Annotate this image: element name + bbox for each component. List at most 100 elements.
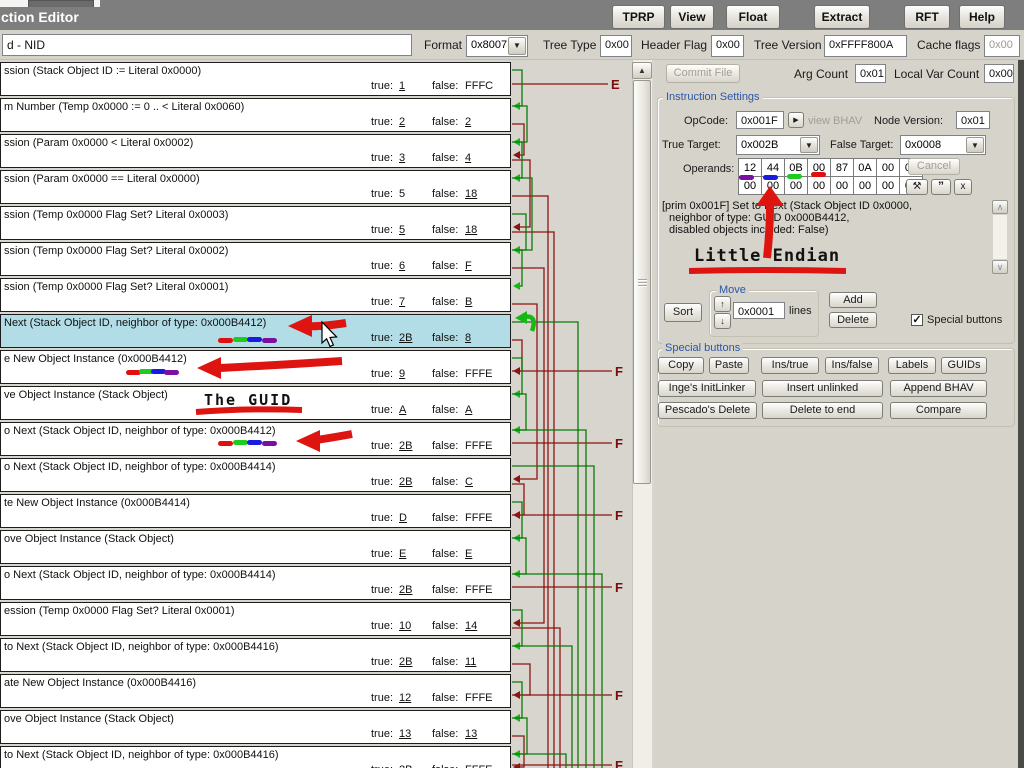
cancel-button[interactable]: Cancel (908, 158, 960, 175)
add-button[interactable]: Add (829, 292, 877, 308)
operand-byte-cell[interactable]: 00 (876, 176, 900, 195)
operand-byte-cell[interactable]: 00 (807, 176, 831, 195)
operand-byte-cell[interactable]: 12 (738, 158, 762, 177)
instruction-row[interactable]: to Next (Stack Object ID, neighbor of ty… (0, 638, 511, 672)
help-button[interactable]: Help (959, 5, 1005, 29)
instruction-row[interactable]: o Next (Stack Object ID, neighbor of typ… (0, 566, 511, 600)
paste-button[interactable]: Paste (709, 357, 749, 374)
instruction-row[interactable]: ove Object Instance (Stack Object)true: … (0, 710, 511, 744)
insert-unlinked-button[interactable]: Insert unlinked (762, 380, 883, 397)
copy-button[interactable]: Copy (658, 357, 704, 374)
true-target-link[interactable]: 12 (399, 692, 411, 704)
filename-input[interactable]: d - NID (2, 34, 412, 56)
format-select[interactable]: 0x8007 ▼ (466, 35, 528, 57)
instruction-row[interactable]: ssion (Param 0x0000 < Literal 0x0002)tru… (0, 134, 511, 168)
false-target-link[interactable]: C (465, 476, 473, 488)
false-target-link[interactable]: E (465, 548, 472, 560)
operand-byte-cell[interactable]: 00 (853, 176, 877, 195)
float-button[interactable]: Float (726, 5, 780, 29)
instruction-row[interactable]: ssion (Temp 0x0000 Flag Set? Literal 0x0… (0, 278, 511, 312)
instruction-row[interactable]: ssion (Temp 0x0000 Flag Set? Literal 0x0… (0, 242, 511, 276)
view-button[interactable]: View (670, 5, 714, 29)
operand-byte-cell[interactable]: 00 (784, 176, 808, 195)
desc-scroll-down-icon[interactable]: ∨ (992, 260, 1008, 274)
true-target-select[interactable]: 0x002B ▼ (736, 135, 820, 155)
move-lines-input[interactable]: 0x0001 (733, 302, 785, 319)
true-target-link[interactable]: 7 (399, 296, 405, 308)
clear-operands-button[interactable]: x (954, 179, 972, 195)
true-target-link[interactable]: 2B (399, 584, 412, 596)
true-target-link[interactable]: E (399, 548, 406, 560)
special-buttons-checkbox[interactable]: ✓ (911, 314, 923, 326)
extract-button[interactable]: Extract (814, 5, 870, 29)
opcode-go-icon[interactable]: ▶ (788, 112, 804, 128)
operand-wizard-icon[interactable]: ⚒ (906, 179, 928, 195)
instruction-row[interactable]: ove Object Instance (Stack Object)true: … (0, 530, 511, 564)
operand-byte-cell[interactable]: 0B (784, 158, 808, 177)
scrollbar-thumb[interactable] (633, 80, 651, 484)
inge-s-initlinker-button[interactable]: Inge's InitLinker (658, 380, 756, 397)
scroll-up-icon[interactable]: ▲ (632, 62, 652, 79)
instruction-row[interactable]: e New Object Instance (0x000B4412)true: … (0, 350, 511, 384)
true-target-link[interactable]: 2B (399, 476, 412, 488)
tree-type-input[interactable]: 0x00 (600, 35, 632, 57)
false-target-select[interactable]: 0x0008 ▼ (900, 135, 986, 155)
true-target-link[interactable]: 3 (399, 152, 405, 164)
local-var-count-input[interactable]: 0x00 (984, 64, 1014, 83)
false-target-link[interactable]: 13 (465, 728, 477, 740)
instruction-row[interactable]: o Next (Stack Object ID, neighbor of typ… (0, 458, 511, 492)
true-target-link[interactable]: 2 (399, 116, 405, 128)
operand-byte-cell[interactable]: 0A (853, 158, 877, 177)
append-bhav-button[interactable]: Append BHAV (890, 380, 987, 397)
delete-to-end-button[interactable]: Delete to end (762, 402, 883, 419)
instruction-row[interactable]: m Number (Temp 0x0000 := 0 .. < Literal … (0, 98, 511, 132)
instruction-row[interactable]: o Next (Stack Object ID, neighbor of typ… (0, 422, 511, 456)
ins-false-button[interactable]: Ins/false (825, 357, 879, 374)
opcode-input[interactable]: 0x001F (736, 111, 784, 129)
true-target-link[interactable]: 5 (399, 224, 405, 236)
true-target-link[interactable]: 9 (399, 368, 405, 380)
false-target-link[interactable]: 18 (465, 188, 477, 200)
labels-button[interactable]: Labels (888, 357, 936, 374)
chevron-down-icon[interactable]: ▼ (966, 137, 984, 153)
true-target-link[interactable]: 2B (399, 440, 412, 452)
false-target-link[interactable]: F (465, 260, 472, 272)
operand-byte-cell[interactable]: 00 (761, 176, 785, 195)
rft-button[interactable]: RFT (904, 5, 950, 29)
operand-byte-cell[interactable]: 44 (761, 158, 785, 177)
operand-byte-cell[interactable]: 00 (807, 158, 831, 177)
false-target-link[interactable]: 11 (465, 656, 476, 668)
quote-icon[interactable]: ” (931, 179, 951, 195)
true-target-link[interactable]: 1 (399, 80, 405, 92)
delete-button[interactable]: Delete (829, 312, 877, 328)
true-target-link[interactable]: 10 (399, 620, 411, 632)
false-target-link[interactable]: 8 (465, 332, 471, 344)
desc-scroll-up-icon[interactable]: ∧ (992, 200, 1008, 214)
instruction-row[interactable]: ession (Temp 0x0000 Flag Set? Literal 0x… (0, 602, 511, 636)
node-version-input[interactable]: 0x01 (956, 111, 990, 129)
header-flag-input[interactable]: 0x00 (711, 35, 744, 57)
false-target-link[interactable]: 2 (465, 116, 471, 128)
true-target-link[interactable]: 13 (399, 728, 411, 740)
true-target-link[interactable]: 2B (399, 656, 412, 668)
pescado-s-delete-button[interactable]: Pescado's Delete (658, 402, 757, 419)
sort-button[interactable]: Sort (664, 303, 702, 322)
chevron-down-icon[interactable]: ▼ (800, 137, 818, 153)
tprp-button[interactable]: TPRP (612, 5, 665, 29)
guids-button[interactable]: GUIDs (941, 357, 987, 374)
tree-version-input[interactable]: 0xFFFF800A (824, 35, 907, 57)
move-up-icon[interactable]: ↑ (714, 296, 731, 312)
desc-scrollbar-track[interactable] (992, 214, 1008, 260)
instruction-row[interactable]: ssion (Param 0x0000 == Literal 0x0000)tr… (0, 170, 511, 204)
true-target-link[interactable]: D (399, 512, 407, 524)
false-target-link[interactable]: A (465, 404, 472, 416)
instruction-row[interactable]: ssion (Stack Object ID := Literal 0x0000… (0, 62, 511, 96)
instruction-row[interactable]: ate New Object Instance (0x000B4416)true… (0, 674, 511, 708)
true-target-link[interactable]: 6 (399, 260, 405, 272)
true-target-link[interactable]: A (399, 404, 406, 416)
true-target-link[interactable]: 2B (399, 764, 412, 768)
false-target-link[interactable]: 4 (465, 152, 471, 164)
false-target-link[interactable]: 14 (465, 620, 477, 632)
ins-true-button[interactable]: Ins/true (761, 357, 819, 374)
false-target-link[interactable]: 18 (465, 224, 477, 236)
